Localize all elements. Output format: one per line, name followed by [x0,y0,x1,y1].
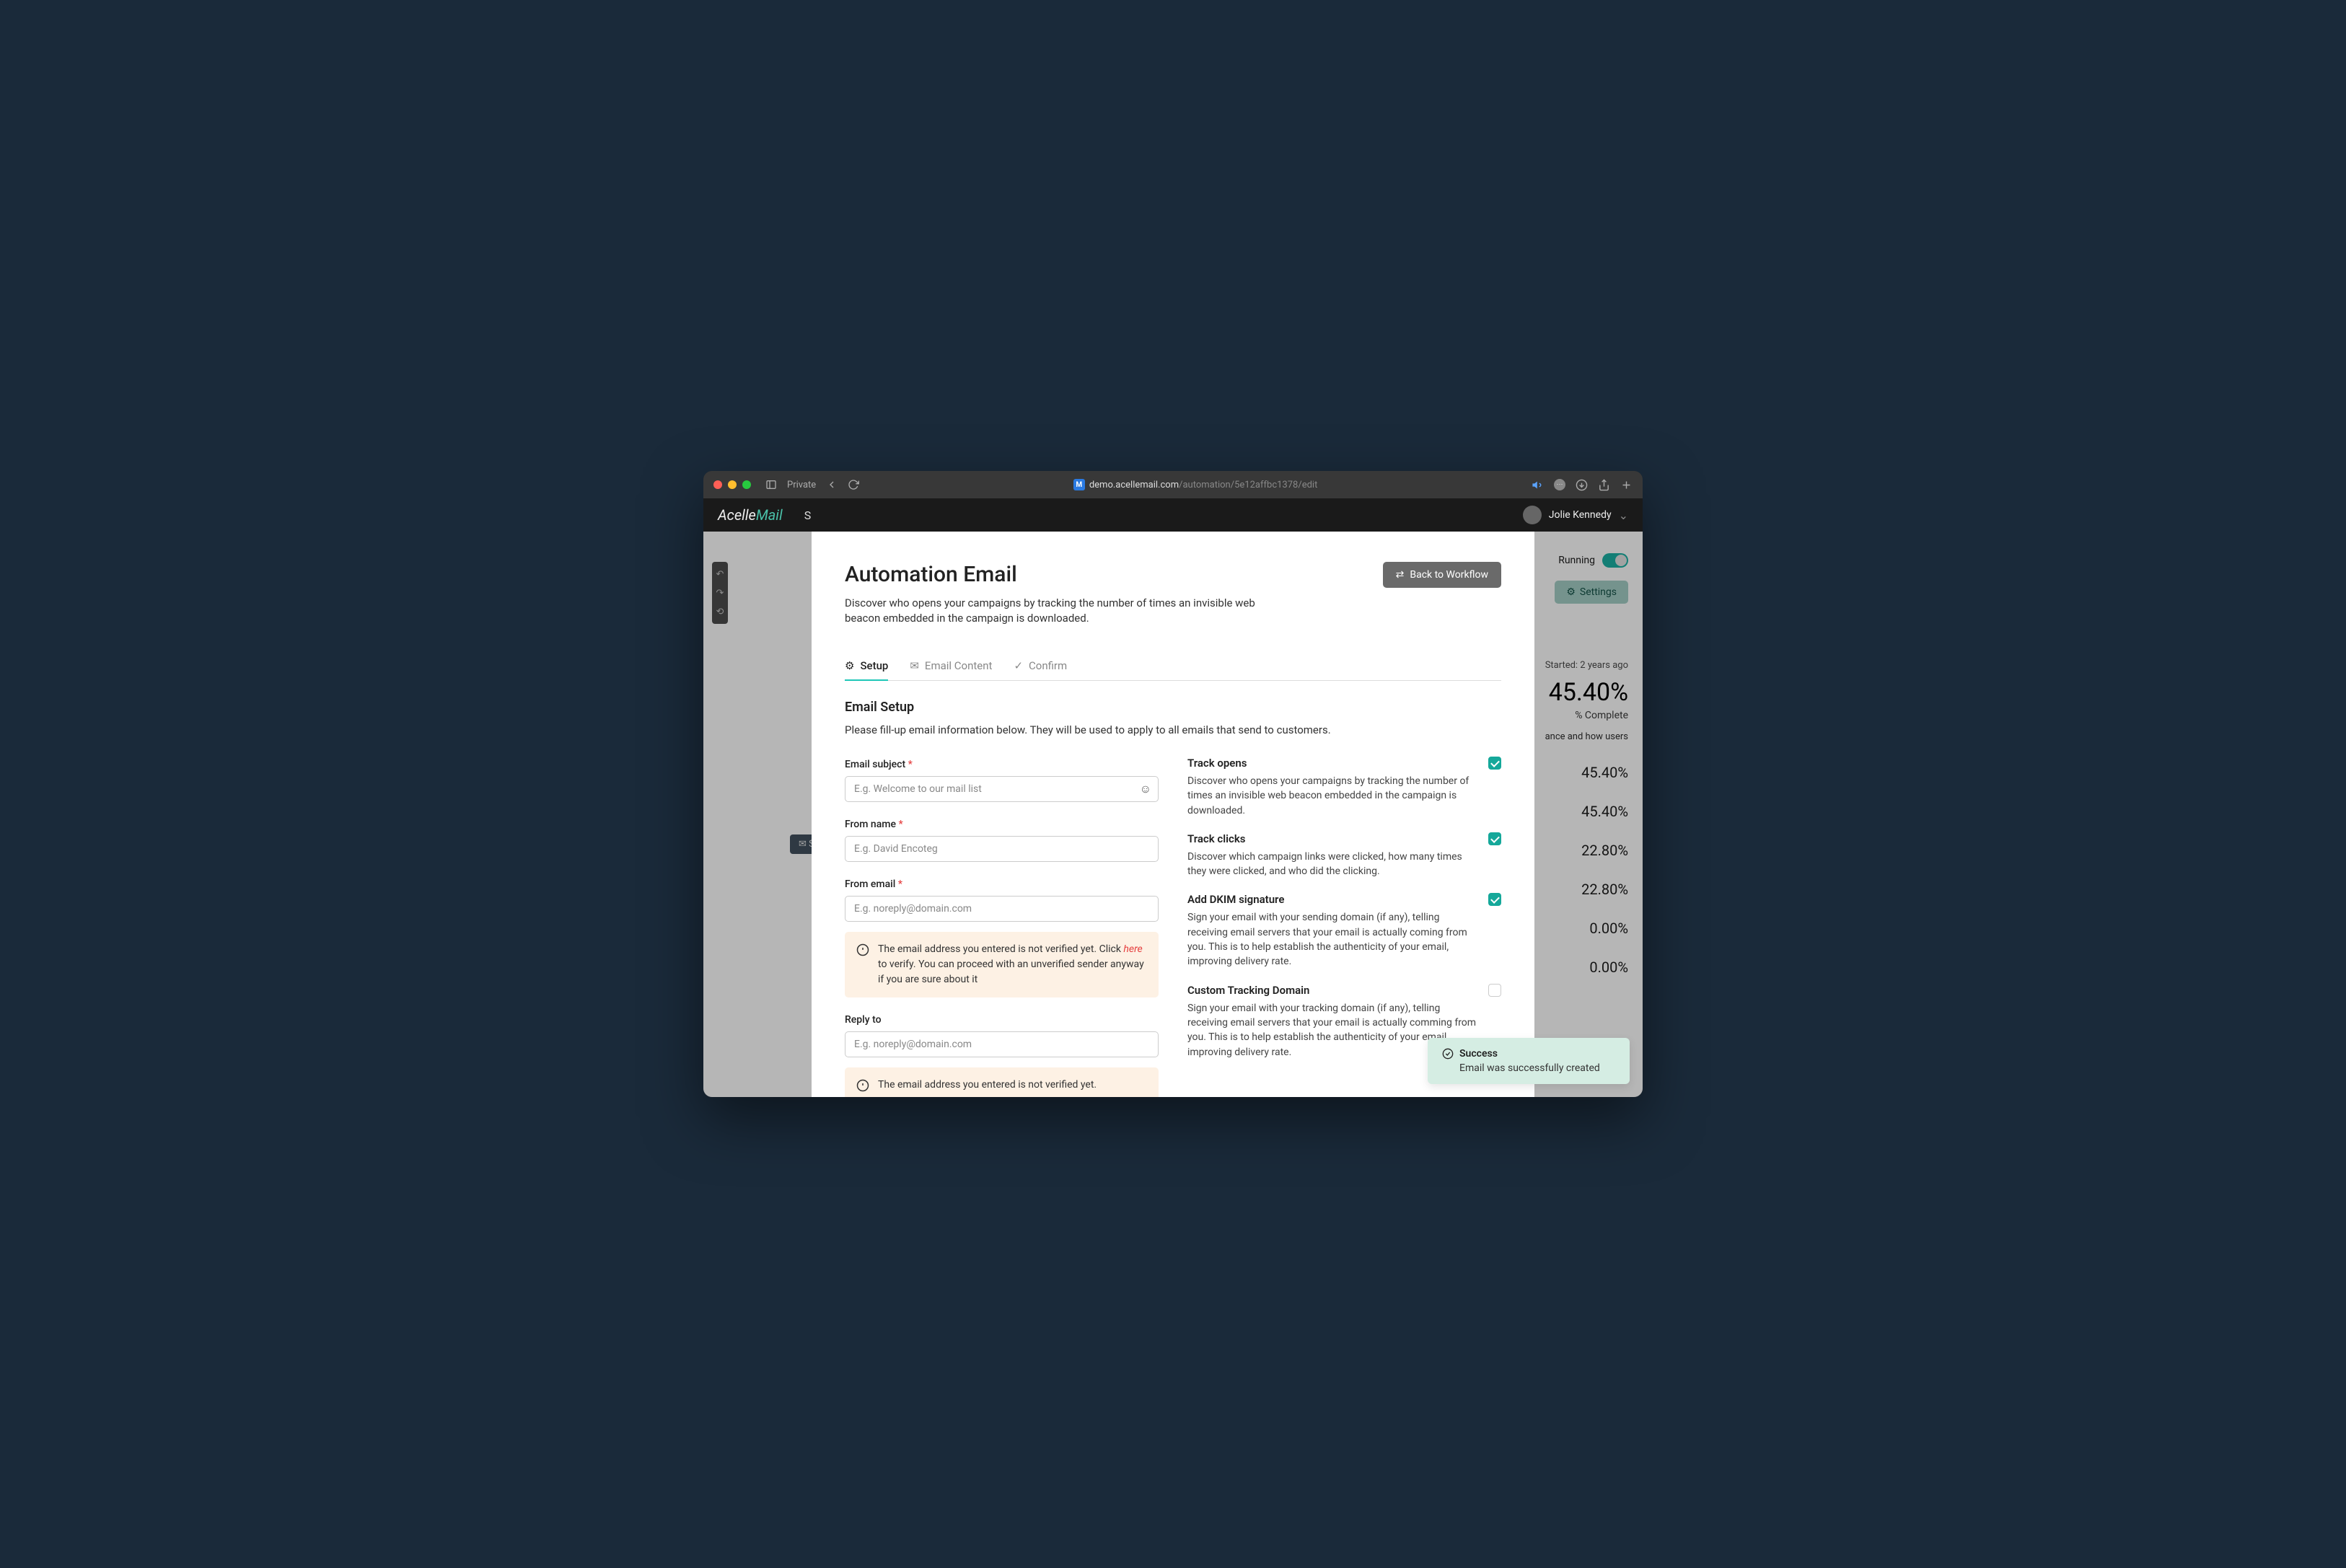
dkim-checkbox[interactable] [1488,893,1501,906]
track-opens-checkbox[interactable] [1488,757,1501,770]
reply-to-input[interactable] [845,1031,1159,1057]
success-toast: Success Email was successfully created [1428,1038,1630,1084]
from-email-input[interactable] [845,896,1159,922]
app-header: AcelleMail S Jolie Kennedy ⌄ [703,498,1643,532]
content-area: ↶ ↷ ⟲ ✉ S Running ⚙Settings Started: 2 y… [703,532,1643,1097]
avatar[interactable] [1523,506,1542,524]
minimize-window[interactable] [728,480,737,489]
close-window[interactable] [713,480,722,489]
custom-tracking-checkbox[interactable] [1488,984,1501,997]
tab-email-content[interactable]: ✉ Email Content [910,652,992,681]
reply-to-alert: The email address you entered is not ver… [845,1067,1159,1097]
track-opens-item: Track opens Discover who opens your camp… [1187,757,1501,818]
section-desc: Please fill-up email information below. … [845,723,1501,736]
track-clicks-title: Track clicks [1187,832,1478,845]
dkim-item: Add DKIM signature Sign your email with … [1187,893,1501,969]
toast-message: Email was successfully created [1459,1062,1615,1074]
titlebar-right: ⋯ [1532,479,1633,491]
dkim-desc: Sign your email with your sending domain… [1187,910,1478,969]
track-clicks-desc: Discover which campaign links were click… [1187,850,1478,879]
audio-icon[interactable] [1532,479,1544,491]
verify-here-link[interactable]: here [1123,943,1142,955]
back-icon[interactable] [826,479,838,490]
mail-icon: ✉ [910,659,919,672]
app-logo[interactable]: AcelleMail [718,506,783,524]
tab-setup[interactable]: ⚙ Setup [845,652,888,681]
custom-tracking-title: Custom Tracking Domain [1187,984,1478,997]
chevron-down-icon[interactable]: ⌄ [1619,508,1628,522]
tabs: ⚙ Setup ✉ Email Content ✓ Confirm [845,652,1501,681]
warning-icon [856,1079,869,1092]
traffic-lights [713,480,751,489]
private-label: Private [787,480,816,490]
track-opens-desc: Discover who opens your campaigns by tra… [1187,774,1478,818]
emoji-icon[interactable]: ☺ [1140,782,1151,796]
track-clicks-checkbox[interactable] [1488,832,1501,845]
browser-titlebar: Private M demo.acellemail.com/automation… [703,471,1643,498]
username[interactable]: Jolie Kennedy [1549,509,1612,521]
track-clicks-item: Track clicks Discover which campaign lin… [1187,832,1501,879]
check-circle-icon [1442,1048,1454,1060]
modal-title: Automation Email [845,562,1292,587]
share-icon[interactable] [1598,479,1610,491]
track-opens-title: Track opens [1187,757,1478,770]
from-email-label: From email * [845,878,902,890]
new-tab-icon[interactable] [1620,479,1633,491]
from-name-label: From name * [845,819,903,830]
reload-icon[interactable] [848,479,859,490]
from-email-alert: The email address you entered is not ver… [845,932,1159,997]
dkim-title: Add DKIM signature [1187,893,1478,906]
tab-confirm[interactable]: ✓ Confirm [1014,652,1067,681]
browser-window: Private M demo.acellemail.com/automation… [703,471,1643,1097]
modal-subtitle: Discover who opens your campaigns by tra… [845,596,1292,626]
section-title: Email Setup [845,700,1501,715]
maximize-window[interactable] [742,480,751,489]
from-name-input[interactable] [845,836,1159,862]
download-icon[interactable] [1576,479,1588,491]
url-bar[interactable]: M demo.acellemail.com/automation/5e12aff… [865,479,1526,490]
email-subject-input[interactable] [845,776,1159,802]
sidebar-icon[interactable] [765,479,777,490]
email-subject-label: Email subject * [845,759,913,770]
back-to-workflow-button[interactable]: ⇄Back to Workflow [1383,562,1501,588]
reply-to-label: Reply to [845,1014,882,1026]
check-icon: ✓ [1014,659,1023,672]
warning-icon [856,943,869,956]
browser-nav: Private [765,479,859,490]
favicon-icon: M [1073,479,1085,490]
ellipsis-icon[interactable]: ⋯ [1554,479,1565,490]
form-left-column: Email subject * ☺ From name * [845,757,1159,1097]
gear-icon: ⚙ [845,659,854,672]
automation-email-modal: Automation Email Discover who opens your… [812,532,1534,1097]
